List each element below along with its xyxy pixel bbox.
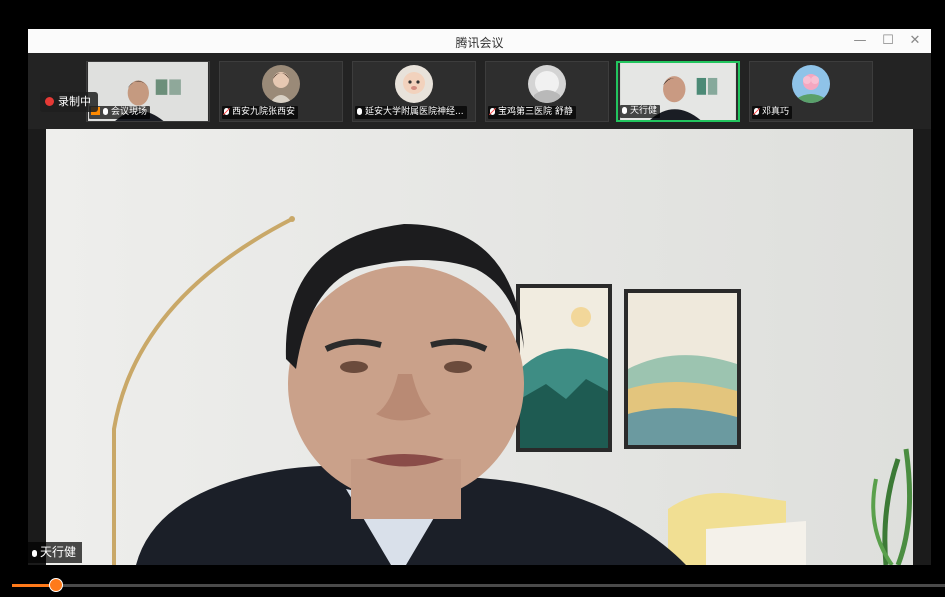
title-bar: 腾讯会议 — ☐ ✕: [28, 29, 931, 53]
participant-name-tag: 延安大学附属医院神经...: [355, 106, 467, 119]
minimize-button[interactable]: —: [850, 31, 870, 51]
close-button[interactable]: ✕: [905, 31, 925, 51]
avatar: [262, 65, 300, 103]
avatar: [395, 65, 433, 103]
mic-icon: [32, 550, 37, 557]
participant-name: 延安大学附属医院神经...: [365, 107, 464, 117]
participant-tile-6[interactable]: 邓真巧: [749, 61, 873, 122]
progress-handle[interactable]: [48, 578, 63, 592]
participant-tile-4[interactable]: 宝鸡第三医院 舒静: [485, 61, 609, 122]
participant-name: 宝鸡第三医院 舒静: [498, 107, 573, 117]
main-video: [46, 129, 913, 565]
speaker-name: 天行健: [40, 545, 77, 559]
record-icon: [45, 97, 54, 106]
participant-name-tag: 天行健: [620, 105, 661, 118]
participant-name-tag: 会议現场: [89, 106, 151, 119]
mic-muted-icon: [754, 108, 759, 115]
participant-tile-1[interactable]: 会议現场: [86, 61, 210, 122]
speaker-name-tag: 天行健: [28, 542, 83, 563]
recording-label: 录制中: [58, 95, 91, 108]
participant-name: 天行健: [630, 106, 658, 116]
mic-icon: [357, 108, 362, 115]
participant-name: 西安九院张西安: [232, 107, 296, 117]
mic-icon: [622, 107, 627, 114]
participant-name-tag: 宝鸡第三医院 舒静: [488, 106, 576, 119]
recording-indicator[interactable]: 录制中: [40, 92, 98, 112]
window-title: 腾讯会议: [455, 36, 504, 50]
speaker-video: [46, 129, 913, 565]
progress-track[interactable]: [12, 584, 945, 587]
mic-muted-icon: [224, 108, 229, 115]
maximize-button[interactable]: ☐: [878, 31, 898, 51]
participant-tile-2[interactable]: 西安九院张西安: [219, 61, 343, 122]
participant-name: 会议現场: [111, 107, 148, 117]
participant-strip: 会议現场 西安九院张西安 延安大学附属医院神经... 宝鸡第三医院 舒静 天行健…: [28, 53, 931, 129]
participant-tile-5-active[interactable]: 天行健: [616, 61, 740, 122]
avatar: [792, 65, 830, 103]
mic-muted-icon: [490, 108, 495, 115]
avatar: [528, 65, 566, 103]
playback-progress-bar[interactable]: [0, 576, 945, 597]
mic-icon: [103, 108, 108, 115]
participant-tile-3[interactable]: 延安大学附属医院神经...: [352, 61, 476, 122]
meeting-window: 腾讯会议 — ☐ ✕ 会议現场 西安九院张西安 延安大学附属医院神经... 宝鸡…: [28, 29, 931, 565]
participant-name: 邓真巧: [762, 107, 790, 117]
participant-name-tag: 邓真巧: [752, 106, 793, 119]
participant-name-tag: 西安九院张西安: [222, 106, 299, 119]
